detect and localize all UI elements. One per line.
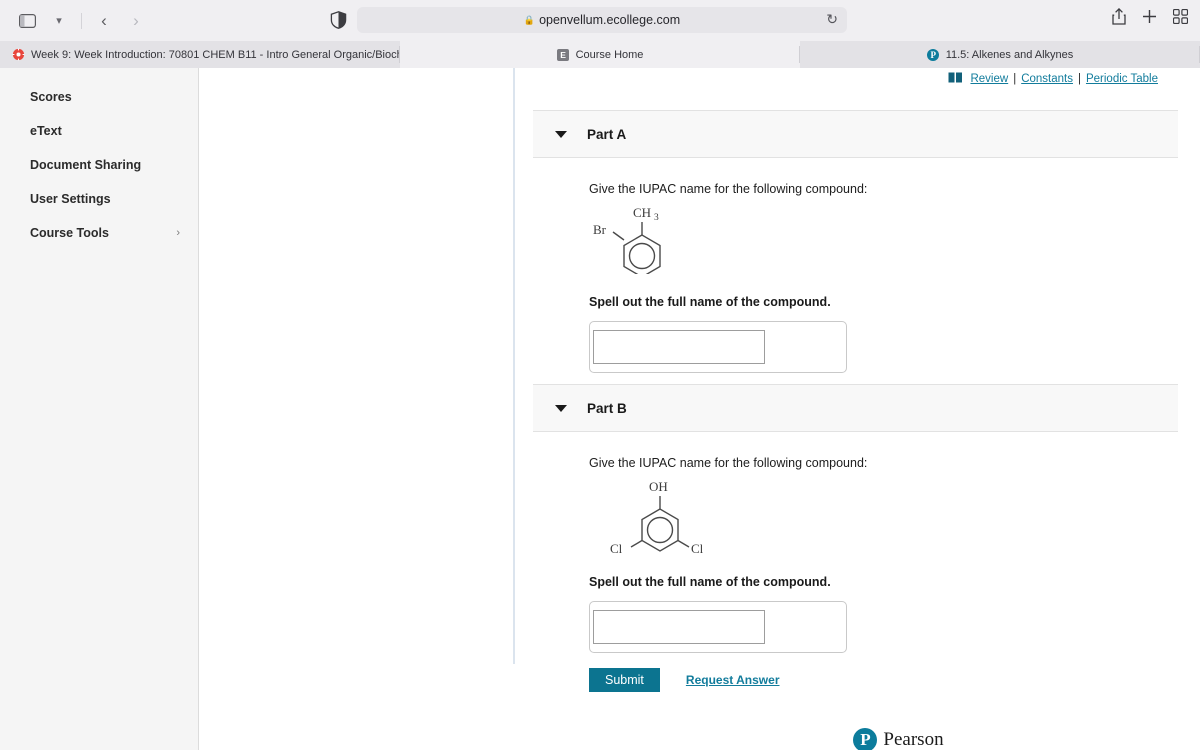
part-b-answer-input[interactable] — [593, 610, 765, 644]
tab-overview-icon[interactable] — [1172, 8, 1189, 29]
pearson-logo: P Pearson — [398, 728, 1200, 750]
part-a-answer-box — [589, 321, 847, 373]
browser-tab-course-home[interactable]: E Course Home — [400, 41, 800, 68]
part-b-title: Part B — [587, 400, 627, 416]
pearson-wordmark: Pearson — [883, 729, 944, 750]
part-a-header[interactable]: Part A — [533, 110, 1178, 158]
lock-icon: 🔒 — [523, 14, 536, 25]
molecule-2-bromotoluene: CH 3 Br — [589, 204, 1178, 279]
svg-text:Cl: Cl — [610, 541, 623, 554]
url-text: openvellum.ecollege.com — [539, 13, 681, 27]
part-a-title: Part A — [587, 126, 627, 142]
part-a-prompt: Give the IUPAC name for the following co… — [589, 182, 868, 196]
sidebar-item-etext[interactable]: eText — [0, 114, 198, 148]
caret-down-icon[interactable] — [555, 130, 567, 138]
sidebar-item-scores[interactable]: Scores — [0, 80, 198, 114]
constants-link[interactable]: Constants — [1021, 73, 1073, 85]
pearson-circle-icon: P — [853, 728, 878, 750]
part-b-prompt: Give the IUPAC name for the following co… — [589, 456, 868, 470]
toolbar-center-group: 🔒 openvellum.ecollege.com ↻ — [330, 7, 847, 33]
utility-links: Review | Constants | Periodic Table — [948, 72, 1158, 86]
svg-text:Br: Br — [593, 222, 607, 237]
browser-tab-label: Course Home — [575, 48, 644, 61]
sidebar-item-label: Course Tools — [30, 226, 109, 240]
sidebar-toggle-icon[interactable] — [12, 8, 42, 34]
sidebar-item-label: Scores — [30, 90, 72, 104]
browser-tab-week-9[interactable]: Week 9: Week Introduction: 70801 CHEM B1… — [0, 41, 400, 68]
part-b-answer-box — [589, 601, 847, 653]
e-square-icon: E — [557, 48, 570, 61]
course-sidebar: Scores eText Document Sharing User Setti… — [0, 68, 199, 750]
chevron-right-icon: › — [176, 227, 180, 239]
part-a-body: Give the IUPAC name for the following co… — [533, 158, 1178, 412]
forward-chevron-icon[interactable]: › — [121, 8, 151, 34]
plus-icon[interactable] — [1142, 9, 1157, 29]
svg-text:OH: OH — [649, 479, 668, 494]
part-b-instruction: Spell out the full name of the compound. — [589, 575, 831, 589]
book-icon — [948, 72, 963, 86]
share-icon[interactable] — [1112, 7, 1126, 30]
toolbar-right-group — [1112, 7, 1189, 30]
part-b-header[interactable]: Part B — [533, 384, 1178, 432]
caret-down-icon[interactable] — [555, 404, 567, 412]
browser-tab-label: Week 9: Week Introduction: 70801 CHEM B1… — [31, 48, 400, 61]
toolbar-left-group: ▾ ‹ › — [0, 8, 151, 34]
sidebar-dropdown-chevron-icon[interactable]: ▾ — [44, 8, 74, 34]
svg-text:3: 3 — [654, 213, 659, 223]
molecule-3-5-dichlorophenol: OH Cl Cl — [589, 478, 1178, 559]
sidebar-item-document-sharing[interactable]: Document Sharing — [0, 148, 198, 182]
links-separator: | — [1077, 73, 1081, 85]
colorful-asterisk-icon — [12, 48, 25, 61]
review-link[interactable]: Review — [970, 73, 1008, 85]
browser-toolbar: ▾ ‹ › 🔒 openvellum.ecollege.com ↻ — [0, 0, 1200, 41]
part-a-instruction: Spell out the full name of the compound. — [589, 295, 831, 309]
part-a-section: Part A Give the IUPAC name for the follo… — [533, 110, 1178, 412]
tab-strip: Week 9: Week Introduction: 70801 CHEM B1… — [0, 41, 1200, 68]
sidebar-item-label: Document Sharing — [30, 158, 142, 172]
browser-tab-alkenes-alkynes[interactable]: P 11.5: Alkenes and Alkynes — [800, 41, 1200, 68]
address-bar[interactable]: 🔒 openvellum.ecollege.com ↻ — [357, 7, 847, 33]
reader-shield-icon[interactable] — [330, 11, 347, 29]
part-b-section: Part B Give the IUPAC name for the follo… — [533, 384, 1178, 692]
page-body: Scores eText Document Sharing User Setti… — [0, 68, 1200, 750]
page-footer: P Pearson Copyright © 2022 Pearson Educa… — [398, 664, 1200, 750]
sidebar-item-course-tools[interactable]: Course Tools › — [0, 216, 198, 250]
svg-text:CH: CH — [633, 205, 651, 220]
svg-text:Cl: Cl — [691, 541, 704, 554]
part-a-answer-input[interactable] — [593, 330, 765, 364]
part-b-body: Give the IUPAC name for the following co… — [533, 432, 1178, 692]
sidebar-item-label: User Settings — [30, 192, 111, 206]
assignment-content: Review | Constants | Periodic Table Part… — [199, 68, 1200, 750]
toolbar-divider — [81, 12, 82, 29]
sidebar-item-user-settings[interactable]: User Settings — [0, 182, 198, 216]
browser-tab-label: 11.5: Alkenes and Alkynes — [945, 48, 1074, 61]
reload-icon[interactable]: ↻ — [826, 11, 838, 28]
periodic-table-link[interactable]: Periodic Table — [1086, 73, 1158, 85]
sidebar-item-label: eText — [30, 124, 62, 138]
pearson-circle-icon: P — [927, 48, 940, 61]
links-separator: | — [1013, 73, 1017, 85]
back-chevron-icon[interactable]: ‹ — [89, 8, 119, 34]
content-vertical-divider — [513, 68, 515, 664]
